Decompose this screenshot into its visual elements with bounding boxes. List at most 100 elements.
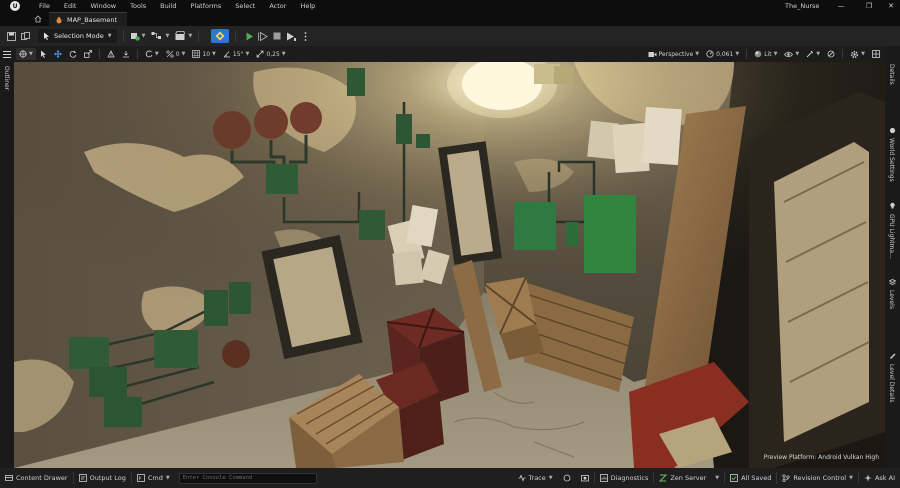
scale-snap-dropdown[interactable]: 0,25 ▼ <box>253 48 288 60</box>
angle-snap-dropdown[interactable]: 15° ▼ <box>220 48 253 60</box>
minimize-button[interactable]: — <box>832 0 850 12</box>
viewport-menu-button[interactable] <box>0 46 14 62</box>
tab-gpu-lightmass[interactable]: GPU Lightma... <box>888 214 895 259</box>
toolbar-divider <box>122 30 124 42</box>
trace-icon <box>518 474 526 482</box>
more-options-button[interactable] <box>298 29 312 43</box>
eject-button[interactable] <box>284 29 298 43</box>
menu-window[interactable]: Window <box>83 0 123 12</box>
diagnostics-button[interactable]: Diagnostics <box>595 471 654 485</box>
zen-server-label: Zen Server <box>670 474 707 482</box>
chevron-down-icon: ▼ <box>188 33 193 39</box>
tab-world-settings[interactable]: World Settings <box>888 138 895 182</box>
zen-server-dropdown[interactable]: Zen Server ▼ <box>654 471 724 485</box>
surface-snap-button[interactable] <box>119 48 133 60</box>
content-browser-icon[interactable] <box>18 29 32 43</box>
menu-help[interactable]: Help <box>293 0 322 12</box>
content-drawer-icon <box>5 475 13 481</box>
rotate-tool-button[interactable] <box>66 48 80 60</box>
ask-ai-button[interactable]: Ask AI <box>859 471 900 485</box>
save-icon[interactable] <box>4 29 18 43</box>
grid-snap-toggle[interactable]: 0 ▼ <box>163 48 189 60</box>
cmd-dropdown[interactable]: Cmd ▼ <box>132 471 175 485</box>
viewport-options-dropdown[interactable]: ▼ <box>847 48 868 60</box>
diagnostics-label: Diagnostics <box>610 474 649 482</box>
selection-mode-dropdown[interactable]: Selection Mode ▼ <box>38 29 117 43</box>
coordinate-space-button[interactable] <box>104 48 118 60</box>
surface-snap-icon <box>122 51 129 58</box>
trace-snapshot-button[interactable] <box>576 471 594 485</box>
output-log-icon <box>78 474 87 482</box>
perspective-dropdown[interactable]: Perspective ▼ <box>645 48 703 60</box>
translate-tool-button[interactable] <box>51 48 65 60</box>
chevron-down-icon: ▼ <box>795 51 800 57</box>
scale-snap-value: 0,25 <box>266 50 280 58</box>
level-details-icon <box>888 351 896 359</box>
chevron-down-icon: ▼ <box>212 51 216 57</box>
tab-level[interactable]: MAP_Basement <box>49 12 128 26</box>
angle-icon <box>223 51 230 58</box>
levels-icon <box>888 278 896 286</box>
add-actor-group[interactable]: ▼ <box>130 31 145 41</box>
tab-level-details[interactable]: Level Details <box>888 364 895 403</box>
level-viewport[interactable]: Preview Platform: Android Vulkan High <box>14 62 885 468</box>
revision-control-dropdown[interactable]: Revision Control ▼ <box>777 471 858 485</box>
menu-actor[interactable]: Actor <box>262 0 293 12</box>
view-mode-dropdown[interactable]: Lit ▼ <box>751 48 780 60</box>
scale-tool-button[interactable] <box>81 48 95 60</box>
output-log-button[interactable]: Output Log <box>74 471 131 485</box>
fov-value: 0,061 <box>716 50 734 58</box>
transform-mode-dropdown[interactable]: ▼ <box>16 48 36 60</box>
maximize-button[interactable]: ❐ <box>860 0 878 12</box>
main-toolbar: Selection Mode ▼ ▼ ▼ ▼ <box>0 26 900 46</box>
blueprint-group[interactable]: ▼ <box>151 31 169 41</box>
saved-check-icon <box>730 474 739 482</box>
realtime-toggle[interactable] <box>824 48 838 60</box>
trace-dropdown[interactable]: Trace ▼ <box>513 471 558 485</box>
save-status-button[interactable]: All Saved <box>725 471 776 485</box>
rotation-snap-dropdown[interactable]: ▼ <box>142 48 162 60</box>
toolbar-divider <box>746 49 748 59</box>
eye-icon <box>784 51 794 57</box>
eject-icon <box>287 32 297 41</box>
chevron-down-icon: ▼ <box>548 475 553 481</box>
show-flags-dropdown[interactable]: ▼ <box>781 48 802 60</box>
tab-details[interactable]: Details <box>888 64 895 85</box>
chevron-down-icon: ▼ <box>165 33 170 39</box>
world-space-icon <box>107 50 115 58</box>
cinematics-group[interactable]: ▼ <box>175 31 192 41</box>
cmd-label: Cmd <box>147 474 163 482</box>
menu-select[interactable]: Select <box>228 0 262 12</box>
play-button[interactable] <box>242 29 256 43</box>
console-command-input[interactable]: Enter Console Command <box>178 472 317 484</box>
unreal-logo-icon[interactable]: U <box>8 0 22 12</box>
close-button[interactable]: ✕ <box>882 0 900 12</box>
content-drawer-label: Content Drawer <box>16 474 68 482</box>
title-bar: U File Edit Window Tools Build Platforms… <box>0 0 900 12</box>
camera-speed-dropdown[interactable]: 0,061 ▼ <box>703 48 742 60</box>
platforms-button[interactable] <box>211 29 230 43</box>
menu-build[interactable]: Build <box>153 0 183 12</box>
tab-outliner[interactable]: Outliner <box>3 66 10 90</box>
chevron-down-icon: ▼ <box>29 51 33 57</box>
grid-snap-dropdown[interactable]: 10 ▼ <box>189 48 219 60</box>
preview-platform-label: Preview Platform: Android Vulkan High <box>763 454 879 461</box>
layout-button[interactable] <box>869 48 883 60</box>
viewport-settings-dropdown[interactable]: ▼ <box>803 48 823 60</box>
trace-toggle[interactable] <box>558 471 576 485</box>
play-from-here-button[interactable] <box>256 29 270 43</box>
home-icon[interactable] <box>33 14 43 24</box>
content-drawer-button[interactable]: Content Drawer <box>0 471 73 485</box>
menu-edit[interactable]: Edit <box>57 0 84 12</box>
menu-file[interactable]: File <box>32 0 57 12</box>
tab-levels[interactable]: Levels <box>888 290 895 309</box>
stop-button[interactable] <box>270 29 284 43</box>
cursor-icon <box>40 50 46 58</box>
select-tool-button[interactable] <box>37 48 50 60</box>
zen-server-icon <box>659 474 668 482</box>
hamburger-icon <box>3 50 11 58</box>
rotation-snap-icon <box>145 50 153 58</box>
menu-tools[interactable]: Tools <box>123 0 153 12</box>
chevron-down-icon: ▼ <box>281 51 286 57</box>
menu-platforms[interactable]: Platforms <box>183 0 228 12</box>
